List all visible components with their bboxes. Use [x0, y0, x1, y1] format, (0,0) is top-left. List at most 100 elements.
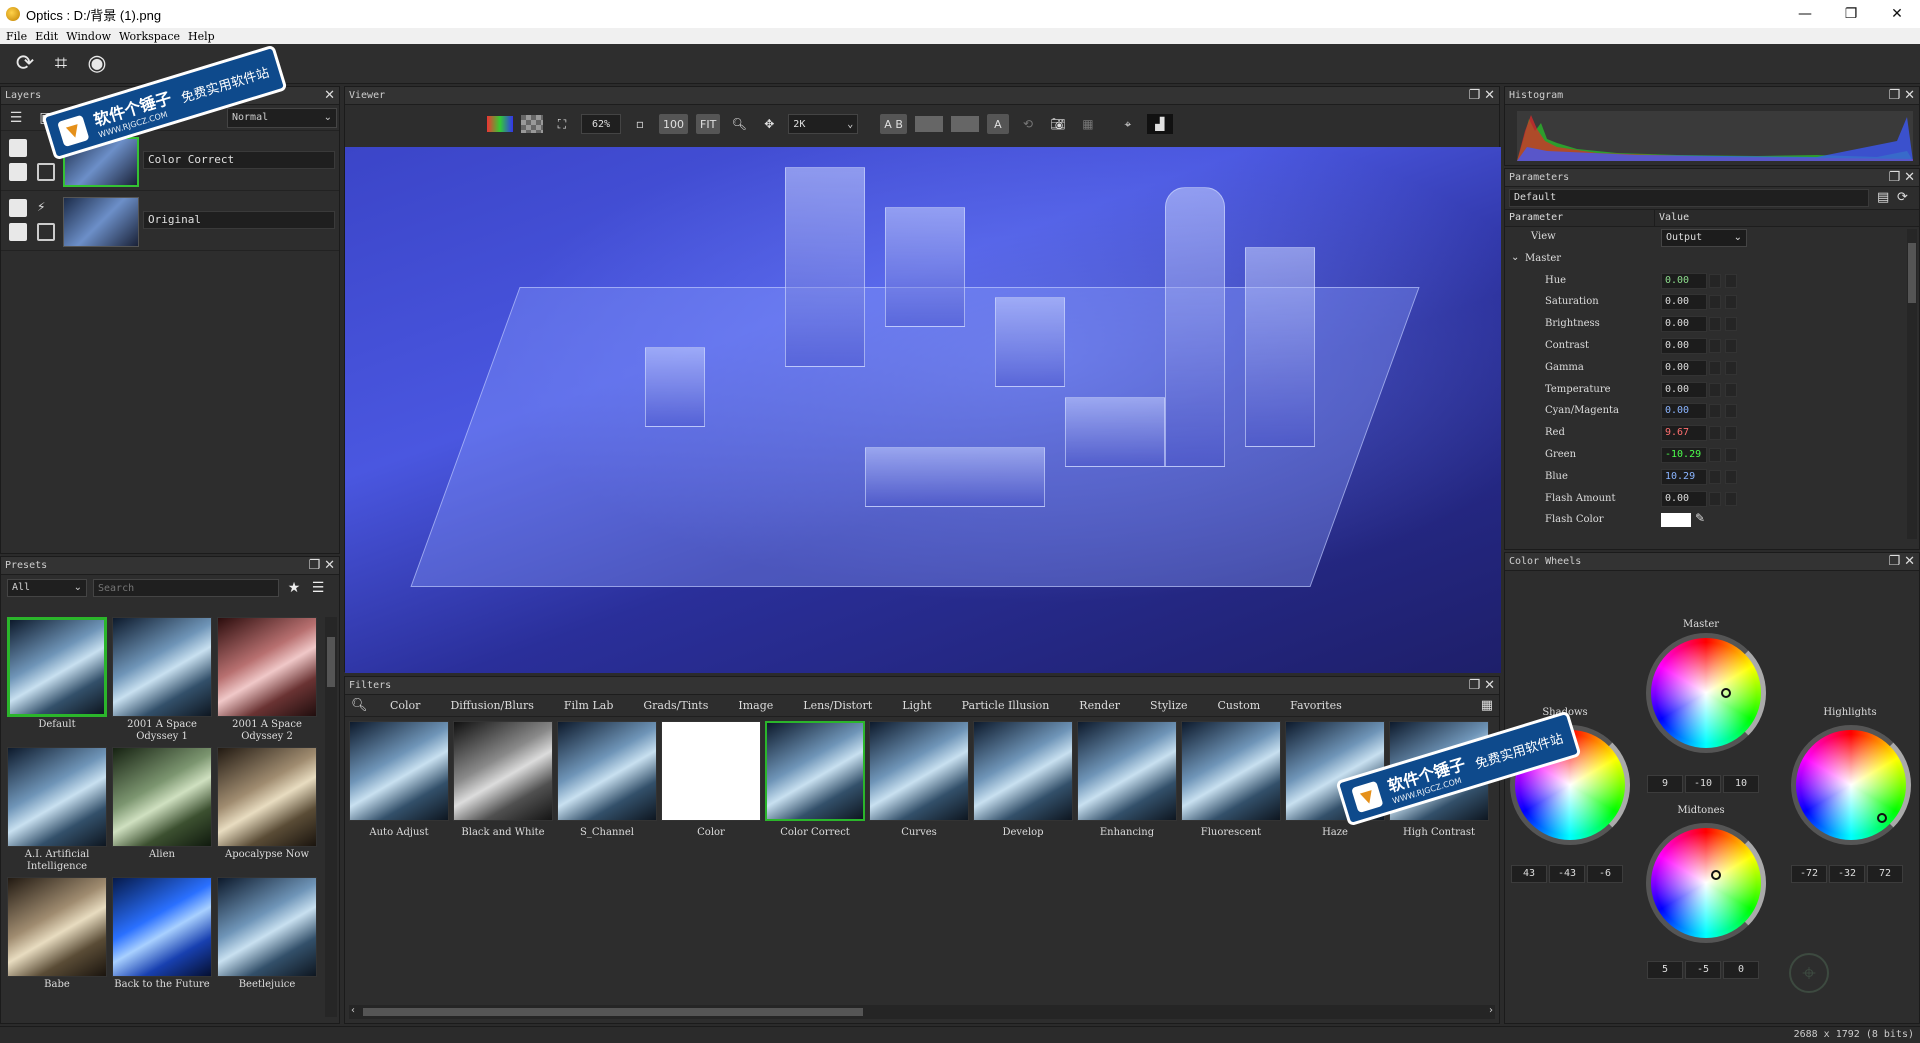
preset-category-select[interactable]: All ⌄	[7, 579, 87, 597]
close-button[interactable]: ✕	[1874, 0, 1920, 28]
param-reset-button[interactable]	[1725, 317, 1737, 332]
zoom-fit-button[interactable]: FIT	[696, 114, 721, 134]
layer-mask-icon[interactable]	[9, 163, 27, 181]
filter-tab[interactable]: Diffusion/Blurs	[435, 699, 548, 712]
target-icon[interactable]: ⌖	[1789, 953, 1829, 993]
crop-icon[interactable]: ⌗	[46, 49, 76, 79]
param-reset-button[interactable]	[1725, 273, 1737, 288]
undock-icon[interactable]: ❐	[308, 558, 320, 573]
filter-item[interactable]: Enhancing	[1077, 721, 1177, 838]
layer-mask-icon[interactable]	[9, 223, 27, 241]
menu-icon[interactable]: ☰	[309, 579, 327, 597]
param-value-field[interactable]: 0.00	[1661, 294, 1707, 311]
refresh-icon[interactable]: ⟳	[10, 49, 40, 79]
midtones-color-wheel[interactable]	[1651, 828, 1761, 938]
chevron-down-icon[interactable]: ⌄	[1511, 252, 1519, 263]
master-color-wheel[interactable]	[1651, 638, 1761, 748]
param-keyframe-button[interactable]	[1709, 491, 1721, 506]
shadows-value-3[interactable]: -6	[1587, 865, 1623, 883]
param-keyframe-button[interactable]	[1709, 360, 1721, 375]
close-icon[interactable]: ✕	[324, 88, 335, 103]
filter-item[interactable]: Color	[661, 721, 761, 838]
checker-icon[interactable]	[521, 115, 543, 133]
layer-stack-icon[interactable]: ☰	[7, 109, 25, 127]
filter-item[interactable]: Develop	[973, 721, 1073, 838]
grid-view-icon[interactable]: ▦	[1481, 698, 1493, 713]
reset-icon[interactable]: ⟳	[1897, 190, 1908, 205]
layer-crop-icon[interactable]	[37, 163, 55, 181]
presets-scrollbar[interactable]	[325, 617, 337, 1017]
close-icon[interactable]: ✕	[1904, 170, 1915, 185]
shadows-value-1[interactable]: 43	[1511, 865, 1547, 883]
undock-icon[interactable]: ❐	[1888, 170, 1900, 185]
blend-mode-select[interactable]: Normal ⌄	[227, 108, 337, 128]
flash-color-swatch[interactable]	[1661, 513, 1691, 528]
preset-search-input[interactable]	[93, 579, 279, 597]
close-icon[interactable]: ✕	[1484, 678, 1495, 693]
pan-icon[interactable]: ✥	[758, 114, 780, 134]
swap-icon[interactable]: ⟲	[1017, 114, 1039, 134]
filter-tab[interactable]: Stylize	[1135, 699, 1203, 712]
magnify-icon[interactable]: 🔍︎	[728, 114, 750, 134]
close-icon[interactable]: ✕	[1484, 88, 1495, 103]
filter-tab[interactable]: Favorites	[1275, 699, 1357, 712]
param-value-field[interactable]: 9.67	[1661, 425, 1707, 442]
ab-compare-button[interactable]: A B	[880, 114, 907, 134]
param-keyframe-button[interactable]	[1709, 447, 1721, 462]
viewer-image[interactable]	[345, 147, 1501, 673]
scrollbar-thumb[interactable]	[363, 1008, 863, 1016]
filter-item[interactable]: Color Correct	[765, 721, 865, 838]
preset-item[interactable]: Back to the Future	[112, 877, 212, 1007]
param-keyframe-button[interactable]	[1709, 295, 1721, 310]
preset-item[interactable]: A.I. Artificial Intelligence	[7, 747, 107, 877]
scroll-left-icon[interactable]: ‹	[351, 1005, 355, 1016]
resolution-select[interactable]: 2K ⌄	[788, 114, 859, 134]
filter-tab[interactable]: Lens/Distort	[788, 699, 887, 712]
filter-tab[interactable]: Grads/Tints	[628, 699, 723, 712]
search-icon[interactable]: 🔍︎	[351, 698, 375, 713]
layer-row-original[interactable]: ⚡ Original	[1, 191, 339, 251]
param-value-field[interactable]: -10.29	[1661, 446, 1707, 463]
filter-tab[interactable]: Custom	[1203, 699, 1276, 712]
menu-edit[interactable]: Edit	[35, 30, 58, 43]
filters-scrollbar[interactable]: ‹ ›	[349, 1005, 1495, 1019]
param-value-field[interactable]: 0.00	[1661, 381, 1707, 398]
param-keyframe-button[interactable]	[1709, 273, 1721, 288]
close-icon[interactable]: ✕	[1904, 554, 1915, 569]
param-keyframe-button[interactable]	[1709, 404, 1721, 419]
layer-name[interactable]: Color Correct	[143, 151, 335, 169]
menu-file[interactable]: File	[6, 30, 27, 43]
midtones-value-2[interactable]: -5	[1685, 961, 1721, 979]
zoom-square-icon[interactable]: ▫	[629, 114, 651, 134]
fit-frame-icon[interactable]: ⛶	[551, 114, 573, 134]
midtones-value-1[interactable]: 5	[1647, 961, 1683, 979]
param-value-field[interactable]: 10.29	[1661, 468, 1707, 485]
menu-workspace[interactable]: Workspace	[119, 30, 180, 43]
master-wheel-handle[interactable]	[1721, 688, 1731, 698]
highlights-value-2[interactable]: -32	[1829, 865, 1865, 883]
scroll-right-icon[interactable]: ›	[1489, 1005, 1493, 1016]
save-preset-icon[interactable]: ▤	[1877, 190, 1889, 205]
split-horizontal-icon[interactable]	[950, 116, 979, 132]
midtones-wheel-handle[interactable]	[1711, 870, 1721, 880]
filter-item[interactable]: Black and White	[453, 721, 553, 838]
menu-window[interactable]: Window	[66, 30, 111, 43]
param-value-field[interactable]: 0.00	[1661, 316, 1707, 333]
zoom-100-button[interactable]: 100	[659, 114, 688, 134]
snapshot-compare-icon[interactable]: ▦	[1077, 114, 1099, 134]
filter-tab[interactable]: Image	[723, 699, 788, 712]
layer-visibility-icon[interactable]	[9, 139, 27, 157]
lightning-icon[interactable]: ⚡	[37, 199, 55, 217]
param-reset-button[interactable]	[1725, 295, 1737, 310]
filter-tab[interactable]: Film Lab	[549, 699, 629, 712]
layer-name[interactable]: Original	[143, 211, 335, 229]
param-reset-button[interactable]	[1725, 469, 1737, 484]
filter-item[interactable]: Fluorescent	[1181, 721, 1281, 838]
star-icon[interactable]: ★	[285, 579, 303, 597]
scrollbar-thumb[interactable]	[1908, 243, 1916, 303]
filter-item[interactable]: S_Channel	[557, 721, 657, 838]
master-value-3[interactable]: 10	[1723, 775, 1759, 793]
param-reset-button[interactable]	[1725, 360, 1737, 375]
param-value-field[interactable]: 0.00	[1661, 337, 1707, 354]
preset-item[interactable]: 2001 A Space Odyssey 1	[112, 617, 212, 747]
